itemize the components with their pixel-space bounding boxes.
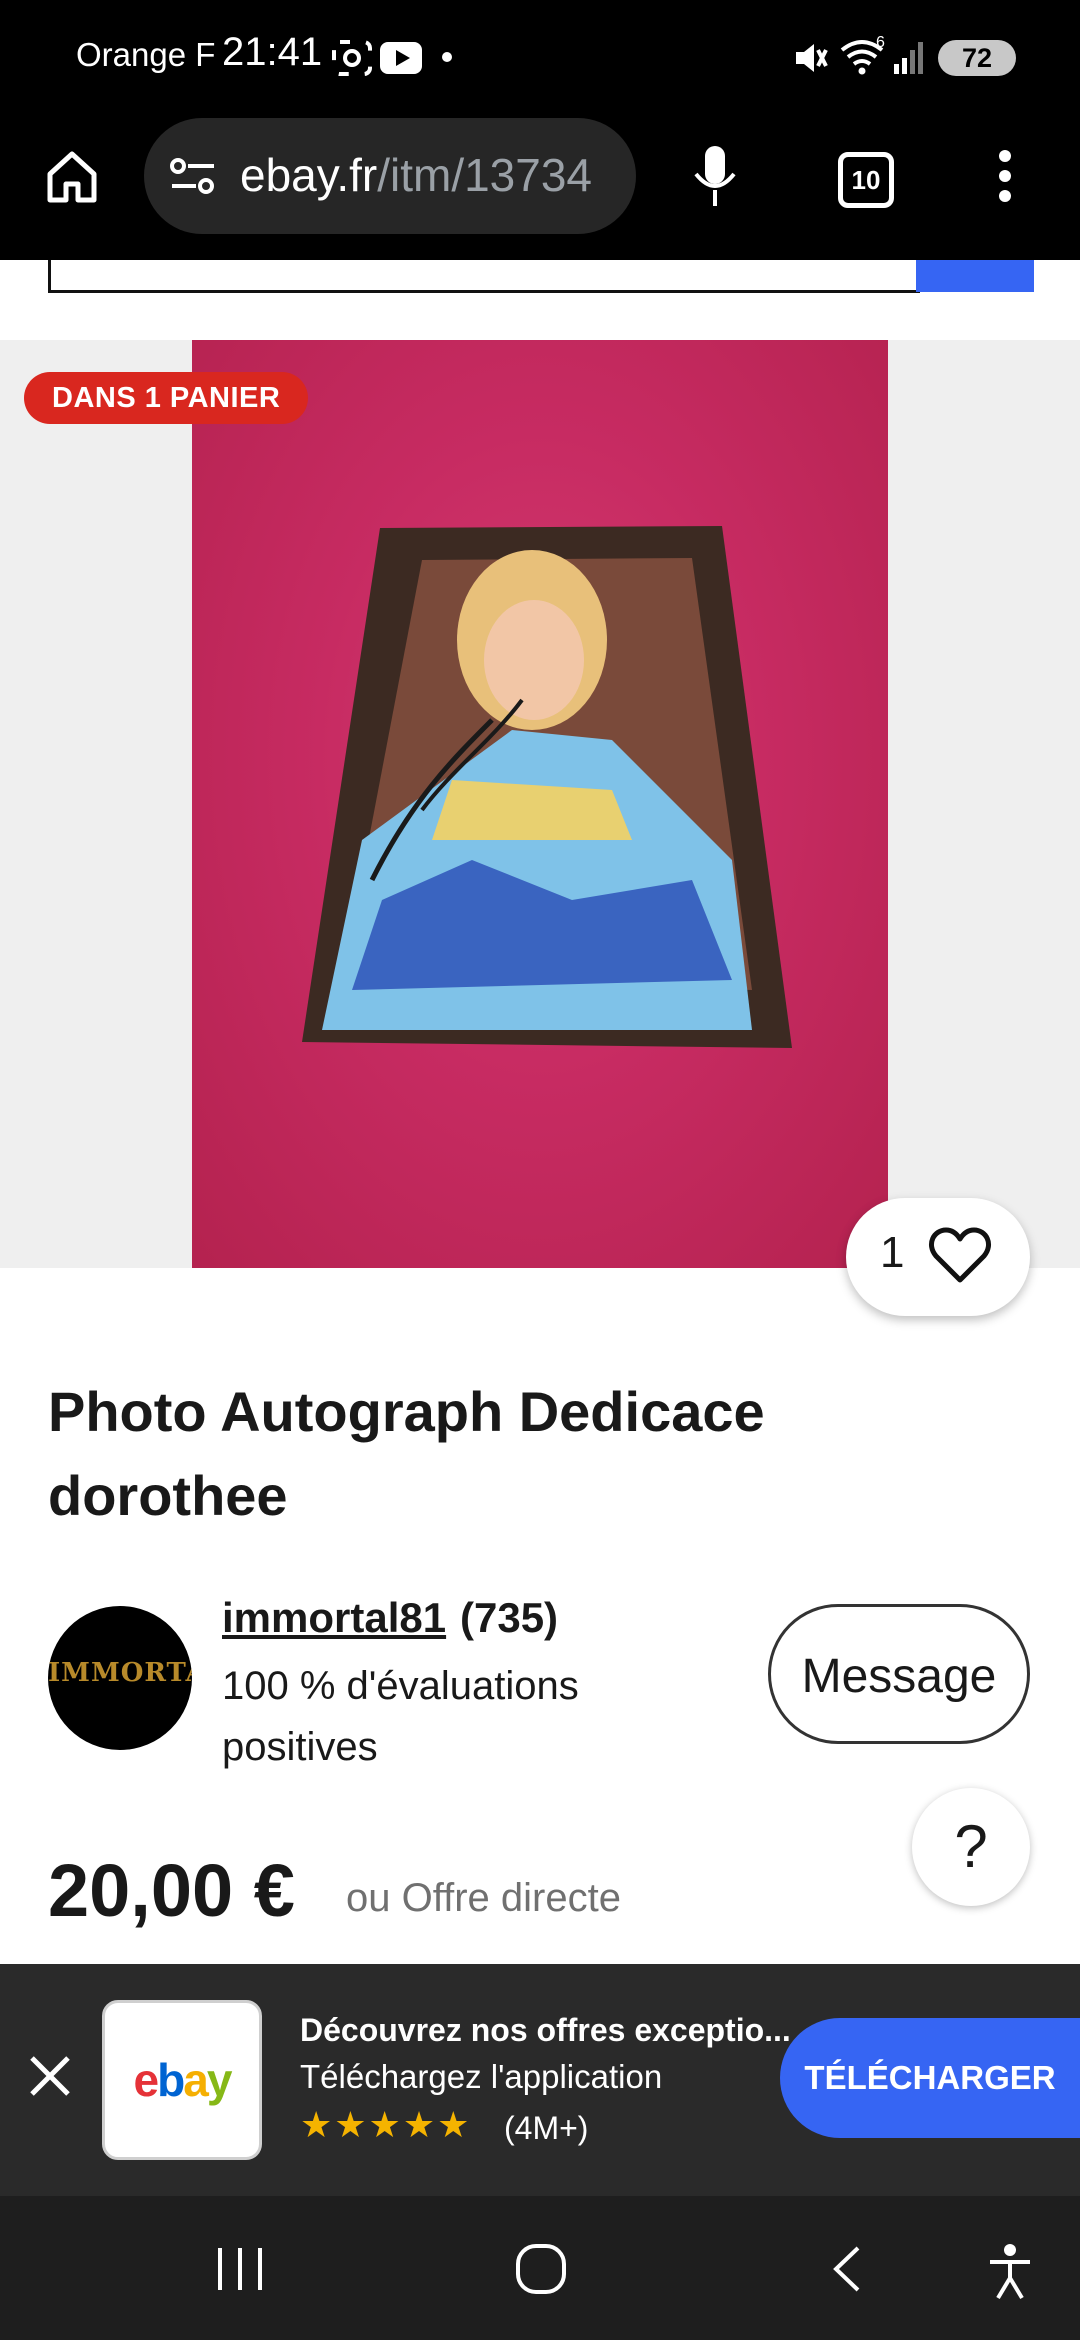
listing-title-line2: dorothee — [48, 1464, 288, 1527]
seller-feedback-count: (735) — [460, 1594, 559, 1641]
seller-rating-line2: positives — [222, 1725, 378, 1769]
watchlist-button[interactable]: 1 — [846, 1198, 1030, 1316]
heart-icon — [929, 1227, 991, 1283]
wifi-band-label: 6 — [876, 34, 885, 51]
ebay-app-logo: ebay — [102, 2000, 262, 2160]
search-button[interactable] — [916, 260, 1034, 292]
banner-subtitle: Téléchargez l'application — [300, 2058, 663, 2095]
back-icon[interactable] — [826, 2244, 866, 2294]
banner-title: Découvrez nos offres exceptio... — [300, 2012, 791, 2048]
rating-count: (4M+) — [504, 2110, 589, 2146]
screenshot-icon — [332, 40, 372, 76]
signal-icon — [894, 42, 923, 74]
home-icon[interactable] — [42, 146, 102, 206]
more-options-icon[interactable] — [990, 146, 1020, 206]
in-cart-badge: DANS 1 PANIER — [24, 372, 309, 424]
listing-title: Photo Autograph Dedicace dorothee — [48, 1370, 948, 1538]
url-host: ebay.fr — [240, 149, 378, 201]
battery-indicator: 72 — [938, 40, 1016, 76]
home-nav-icon[interactable] — [514, 2242, 568, 2296]
watch-count: 1 — [880, 1228, 905, 1277]
price: 20,00 € — [48, 1849, 295, 1932]
url-text[interactable]: ebay.fr/itm/13734 — [240, 148, 592, 202]
autographed-photo-illustration — [302, 526, 792, 1048]
ebay-logo-text: ebay — [133, 2054, 233, 2106]
rating-stars: ★★★★★ — [300, 2104, 472, 2145]
seller-rating: 100 % d'évaluations positives — [222, 1656, 642, 1778]
close-icon[interactable] — [26, 2052, 74, 2100]
carrier-label: Orange F — [76, 36, 216, 73]
seller-rating-line1: 100 % d'évaluations — [222, 1664, 579, 1708]
best-offer-label: ou Offre directe — [346, 1876, 621, 1920]
recent-apps-icon[interactable] — [210, 2244, 270, 2294]
mute-icon — [796, 44, 828, 72]
product-photo[interactable] — [192, 340, 888, 1268]
message-seller-button[interactable]: Message — [768, 1604, 1030, 1744]
download-app-button[interactable]: TÉLÉCHARGER — [780, 2018, 1080, 2138]
seller-avatar[interactable]: IMMORTAL — [48, 1606, 192, 1750]
help-button[interactable]: ? — [912, 1788, 1030, 1906]
seller-avatar-logo-text: IMMORTAL — [48, 1658, 192, 1688]
listing-title-line1: Photo Autograph Dedicace — [48, 1380, 765, 1443]
youtube-icon — [380, 42, 422, 74]
seller-name-link[interactable]: immortal81 — [222, 1594, 446, 1642]
status-clock: 21:41 — [222, 30, 323, 74]
url-path: /itm/13734 — [377, 149, 593, 201]
notification-dot — [442, 52, 452, 62]
microphone-icon[interactable] — [690, 144, 740, 210]
search-input[interactable] — [48, 260, 920, 293]
site-settings-icon[interactable] — [168, 154, 218, 198]
tab-switcher-button[interactable]: 10 — [838, 152, 894, 208]
accessibility-icon[interactable] — [986, 2242, 1034, 2300]
